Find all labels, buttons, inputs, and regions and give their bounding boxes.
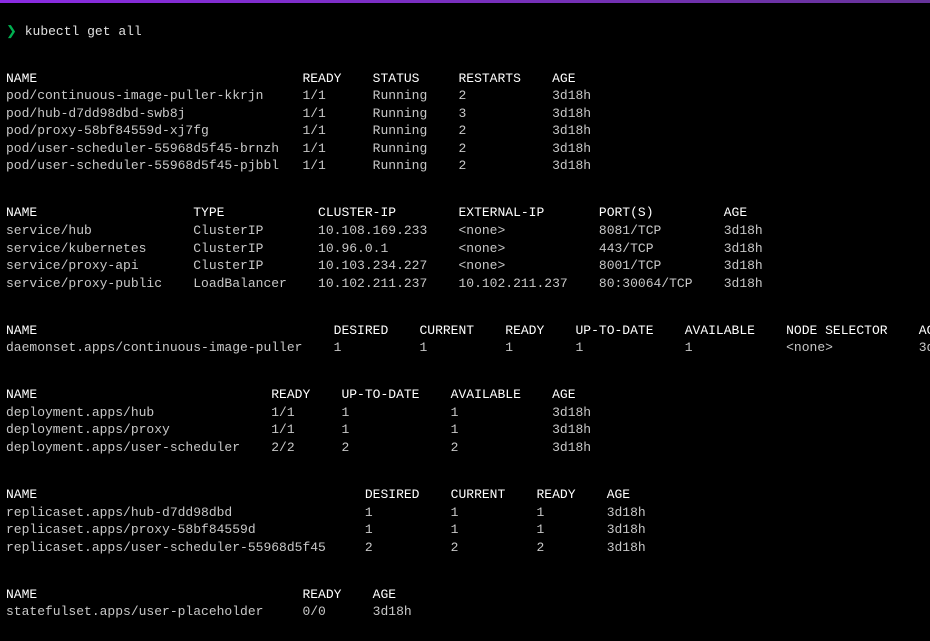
- replicasets-section: NAME DESIRED CURRENT READY AGEreplicaset…: [6, 486, 924, 556]
- deployments-header: NAME READY UP-TO-DATE AVAILABLE AGE: [6, 386, 924, 404]
- daemonsets-header: NAME DESIRED CURRENT READY UP-TO-DATE AV…: [6, 322, 924, 340]
- services-header: NAME TYPE CLUSTER-IP EXTERNAL-IP PORT(S)…: [6, 204, 924, 222]
- pods-header: NAME READY STATUS RESTARTS AGE: [6, 70, 924, 88]
- statefulsets-section: NAME READY AGEstatefulset.apps/user-plac…: [6, 586, 924, 621]
- prompt-line: ❯ kubectl get all: [6, 23, 924, 41]
- deployments-row: deployment.apps/hub 1/1 1 1 3d18h: [6, 404, 924, 422]
- replicasets-row: replicaset.apps/user-scheduler-55968d5f4…: [6, 539, 924, 557]
- pods-row: pod/user-scheduler-55968d5f45-pjbbl 1/1 …: [6, 157, 924, 175]
- services-section: NAME TYPE CLUSTER-IP EXTERNAL-IP PORT(S)…: [6, 204, 924, 292]
- deployments-row: deployment.apps/user-scheduler 2/2 2 2 3…: [6, 439, 924, 457]
- services-row: service/proxy-api ClusterIP 10.103.234.2…: [6, 257, 924, 275]
- statefulsets-header: NAME READY AGE: [6, 586, 924, 604]
- pods-row: pod/proxy-58bf84559d-xj7fg 1/1 Running 2…: [6, 122, 924, 140]
- services-row: service/hub ClusterIP 10.108.169.233 <no…: [6, 222, 924, 240]
- services-row: service/kubernetes ClusterIP 10.96.0.1 <…: [6, 240, 924, 258]
- statefulsets-row: statefulset.apps/user-placeholder 0/0 3d…: [6, 603, 924, 621]
- command-text: kubectl get all: [25, 24, 142, 39]
- prompt-caret: ❯: [6, 24, 17, 39]
- deployments-section: NAME READY UP-TO-DATE AVAILABLE AGEdeplo…: [6, 386, 924, 456]
- replicasets-row: replicaset.apps/hub-d7dd98dbd 1 1 1 3d18…: [6, 504, 924, 522]
- replicasets-header: NAME DESIRED CURRENT READY AGE: [6, 486, 924, 504]
- pods-section: NAME READY STATUS RESTARTS AGEpod/contin…: [6, 70, 924, 175]
- pods-row: pod/user-scheduler-55968d5f45-brnzh 1/1 …: [6, 140, 924, 158]
- deployments-row: deployment.apps/proxy 1/1 1 1 3d18h: [6, 421, 924, 439]
- daemonsets-row: daemonset.apps/continuous-image-puller 1…: [6, 339, 924, 357]
- pods-row: pod/hub-d7dd98dbd-swb8j 1/1 Running 3 3d…: [6, 105, 924, 123]
- pods-row: pod/continuous-image-puller-kkrjn 1/1 Ru…: [6, 87, 924, 105]
- services-row: service/proxy-public LoadBalancer 10.102…: [6, 275, 924, 293]
- daemonsets-section: NAME DESIRED CURRENT READY UP-TO-DATE AV…: [6, 322, 924, 357]
- terminal-output[interactable]: ❯ kubectl get all NAME READY STATUS REST…: [0, 3, 930, 641]
- replicasets-row: replicaset.apps/proxy-58bf84559d 1 1 1 3…: [6, 521, 924, 539]
